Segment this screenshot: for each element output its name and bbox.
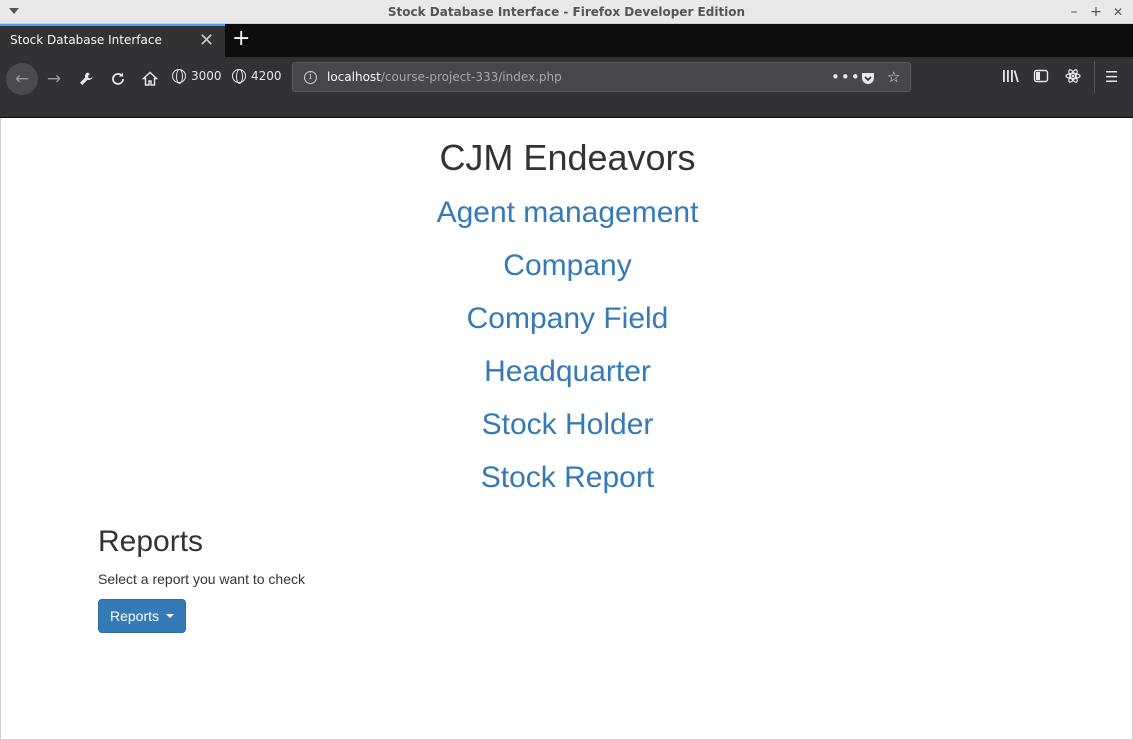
window-title-bar: Stock Database Interface - Firefox Devel… <box>0 0 1133 24</box>
page-actions-icon[interactable]: ••• <box>831 66 861 88</box>
link-company-field[interactable]: Company Field <box>1 301 1133 337</box>
globe-icon <box>232 69 246 84</box>
reports-button-label: Reports <box>109 608 160 624</box>
bookmark-star-icon[interactable]: ☆ <box>887 66 900 88</box>
sidebar-icon[interactable] <box>1033 68 1049 88</box>
window-menu-icon[interactable] <box>9 8 19 14</box>
bookmark-label: 4200 <box>251 69 282 83</box>
maximize-button[interactable]: + <box>1088 3 1104 21</box>
link-stock-holder[interactable]: Stock Holder <box>1 407 1133 443</box>
navigation-toolbar: ← → 3000 4200 i localhost/course-project… <box>0 57 1133 118</box>
home-button[interactable] <box>136 65 164 93</box>
tab-stock-database-interface[interactable]: Stock Database Interface ✕ <box>0 24 225 57</box>
reload-button[interactable] <box>104 65 132 93</box>
link-company[interactable]: Company <box>1 248 1133 284</box>
url-bar[interactable]: i localhost/course-project-333/index.php… <box>292 62 911 92</box>
globe-icon <box>172 69 186 84</box>
page-content: CJM Endeavors Agent management Company C… <box>0 118 1133 740</box>
toolbar-separator <box>1094 61 1095 93</box>
close-tab-icon[interactable]: ✕ <box>199 30 214 52</box>
library-icon[interactable] <box>1002 68 1020 88</box>
bookmark-label: 3000 <box>191 69 222 83</box>
arrow-left-icon: ← <box>14 68 30 89</box>
back-button[interactable]: ← <box>6 63 38 95</box>
link-agent-management[interactable]: Agent management <box>1 195 1133 231</box>
reports-dropdown-button[interactable]: Reports <box>98 599 186 633</box>
minimize-button[interactable]: – <box>1066 3 1082 21</box>
window-title: Stock Database Interface - Firefox Devel… <box>387 4 746 19</box>
link-headquarter[interactable]: Headquarter <box>1 354 1133 390</box>
url-path: /course-project-333/index.php <box>380 70 562 84</box>
tab-title: Stock Database Interface <box>10 33 162 47</box>
tab-strip: Stock Database Interface ✕ + <box>0 24 1133 57</box>
bookmark-3000[interactable]: 3000 <box>172 69 222 84</box>
wrench-icon <box>80 72 93 85</box>
link-stock-report[interactable]: Stock Report <box>1 460 1133 496</box>
url-host: localhost <box>327 70 381 84</box>
url-text[interactable]: localhost/course-project-333/index.php <box>327 70 562 84</box>
close-window-button[interactable]: ✕ <box>1110 3 1126 21</box>
home-icon <box>142 71 158 86</box>
forward-button[interactable]: → <box>40 65 68 93</box>
new-tab-icon[interactable]: + <box>232 27 250 51</box>
reports-description: Select a report you want to check <box>98 571 305 587</box>
info-icon[interactable]: i <box>304 71 317 84</box>
pocket-icon[interactable] <box>860 66 876 92</box>
caret-down-icon <box>166 614 175 618</box>
hamburger-menu-icon[interactable]: ☰ <box>1105 68 1118 86</box>
reload-icon <box>112 72 124 85</box>
bookmark-4200[interactable]: 4200 <box>232 69 282 84</box>
arrow-right-icon: → <box>46 68 62 89</box>
react-devtools-icon[interactable] <box>1065 68 1081 88</box>
page-title: CJM Endeavors <box>439 137 696 178</box>
reports-heading: Reports <box>98 525 204 558</box>
developer-tools-button[interactable] <box>72 65 100 93</box>
